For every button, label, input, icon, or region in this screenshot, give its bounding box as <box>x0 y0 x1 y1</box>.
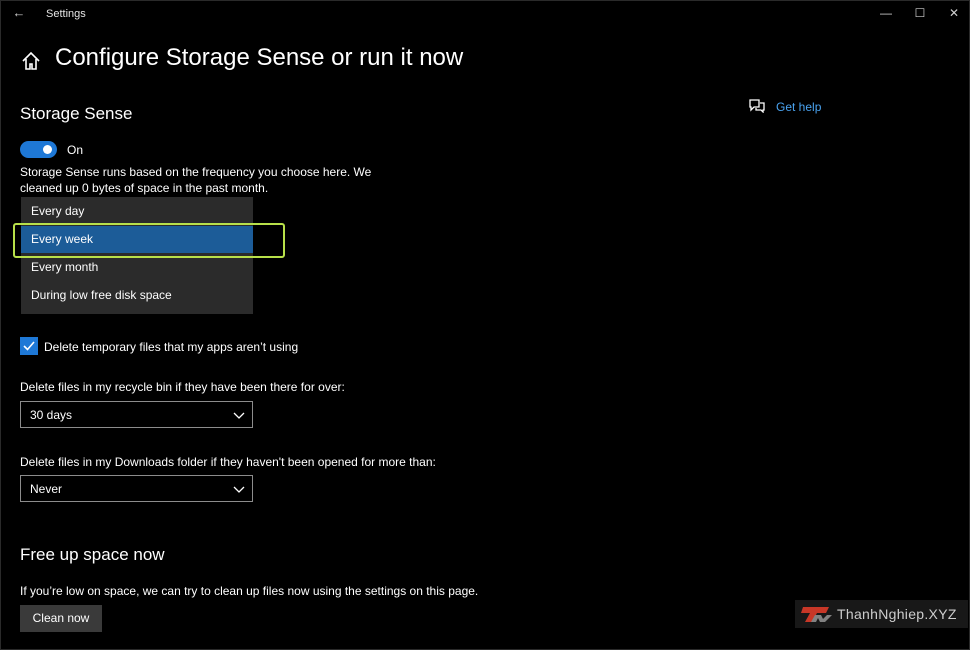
free-up-space-heading: Free up space now <box>20 545 165 564</box>
watermark: ThanhNghiep.XYZ <box>795 600 968 628</box>
chevron-down-icon <box>233 486 245 493</box>
recycle-bin-select[interactable]: 30 days <box>20 401 253 428</box>
get-help-link[interactable]: Get help <box>776 100 821 114</box>
temp-files-label: Delete temporary files that my apps aren… <box>44 340 299 354</box>
chevron-down-icon <box>233 412 245 419</box>
storage-sense-description-line2: cleaned up 0 bytes of space in the past … <box>20 181 269 195</box>
downloads-select[interactable]: Never <box>20 475 253 502</box>
watermark-logo-icon <box>801 607 832 622</box>
maximize-button[interactable]: ☐ <box>903 3 937 23</box>
chat-help-icon[interactable] <box>749 99 765 114</box>
storage-sense-description-line1: Storage Sense runs based on the frequenc… <box>20 165 372 179</box>
home-icon[interactable] <box>20 50 42 72</box>
storage-sense-heading: Storage Sense <box>20 104 133 123</box>
selection-highlight-annotation <box>13 223 285 258</box>
title-bar: ← Settings — ☐ ✕ <box>0 0 970 30</box>
downloads-label: Delete files in my Downloads folder if t… <box>20 455 436 469</box>
dropdown-option-every-day[interactable]: Every day <box>21 198 253 225</box>
downloads-value: Never <box>30 482 63 496</box>
clean-now-button[interactable]: Clean now <box>20 605 102 632</box>
temp-files-checkbox[interactable] <box>20 337 38 355</box>
minimize-button[interactable]: — <box>869 3 903 23</box>
checkmark-icon <box>23 341 35 351</box>
watermark-text: ThanhNghiep.XYZ <box>837 606 957 622</box>
toggle-knob <box>43 145 52 154</box>
recycle-bin-label: Delete files in my recycle bin if they h… <box>20 380 345 394</box>
close-button[interactable]: ✕ <box>937 3 970 23</box>
dropdown-option-every-month[interactable]: Every month <box>21 254 253 281</box>
back-arrow-icon[interactable]: ← <box>8 4 30 22</box>
toggle-state-label: On <box>67 143 84 157</box>
recycle-bin-value: 30 days <box>30 408 73 422</box>
dropdown-option-low-disk-space[interactable]: During low free disk space <box>21 282 253 309</box>
page-title: Configure Storage Sense or run it now <box>55 44 464 71</box>
storage-sense-toggle[interactable] <box>20 141 57 158</box>
free-up-space-description: If you’re low on space, we can try to cl… <box>20 584 479 598</box>
window-title: Settings <box>46 8 86 20</box>
